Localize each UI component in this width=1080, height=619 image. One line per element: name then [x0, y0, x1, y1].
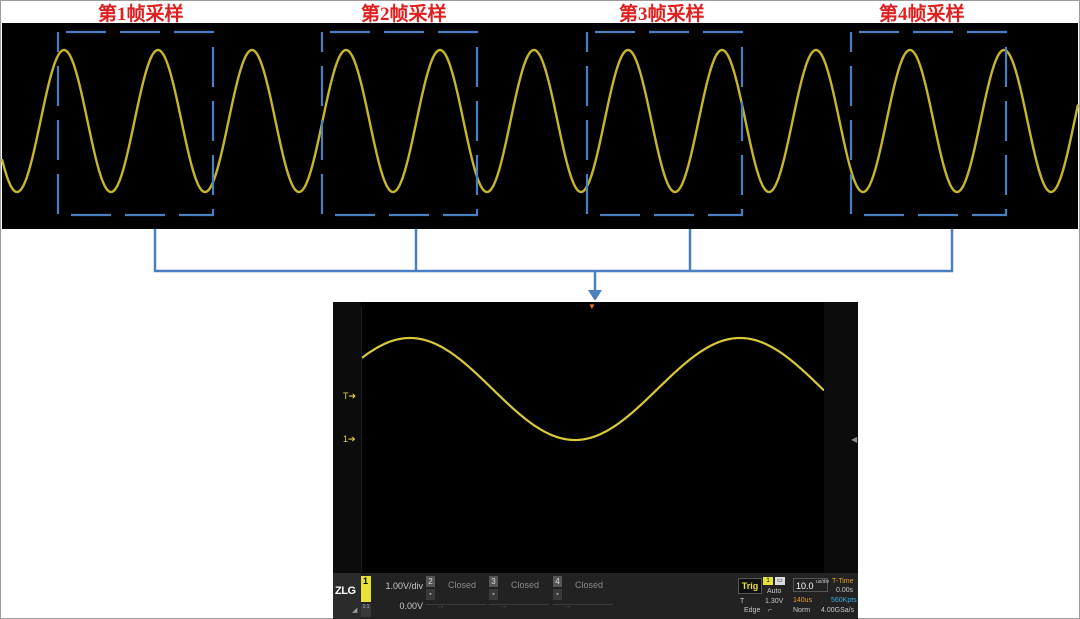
channel-4-status: Closed: [574, 580, 603, 590]
waveform-screen[interactable]: [361, 307, 825, 572]
channel-3-slot[interactable]: 3 ▪ Closed --: [489, 576, 551, 616]
channel-3-number: 3: [489, 576, 498, 587]
arrow-right-icon: ➔: [348, 391, 357, 401]
t-time-value: 0.00s: [836, 587, 854, 594]
channel-4-slot[interactable]: 4 ▪ Closed --: [553, 576, 615, 616]
acquisition-diagram: [0, 23, 1080, 300]
channel-4-number: 4: [553, 576, 562, 587]
frame-1-label: 第1帧采样: [98, 4, 184, 25]
arrow-down-icon: [588, 290, 602, 300]
timebase-panel[interactable]: 10.0 us/div T-Time 0.00s 140us 560Kpts N…: [792, 576, 857, 618]
time-unit: us/div: [816, 579, 830, 585]
chevron-left-icon[interactable]: ◀: [851, 435, 857, 444]
corner-triangle-icon: ◢: [352, 607, 358, 614]
channel-2-value: --: [438, 602, 444, 611]
logo-box: ZLG ◢: [333, 573, 361, 619]
channel-3-sub-icon: ▪: [489, 589, 498, 600]
channel-2-number: 2: [426, 576, 435, 587]
channel-4-sub-icon: ▪: [553, 589, 562, 600]
status-bar: ZLG ◢ 1 1:1 1.00V/div 0.00V 2 ▪ Closed -…: [333, 573, 858, 619]
t-time-label: T-Time: [832, 578, 854, 585]
trigger-coupling-icon: ▭: [775, 577, 785, 585]
trigger-level-marker[interactable]: T➔: [343, 391, 356, 401]
trigger-type: Edge: [744, 607, 761, 614]
oscilloscope-display: T➔ 1➔ ▼ ◀ ZLG ◢ 1 1:1 1.00V/div 0.00V 2 …: [333, 302, 858, 619]
frame-3-label: 第3帧采样: [619, 4, 705, 25]
trigger-panel[interactable]: Trig 1 ▭ Auto T 1.30V Edge ⌐: [738, 576, 788, 616]
channel-2-status: Closed: [447, 580, 476, 590]
channel-3-value: --: [501, 602, 507, 611]
rising-edge-icon: ⌐: [768, 607, 773, 614]
acquisition-mode: Norm: [793, 607, 811, 614]
trigger-level: 1.30V: [765, 598, 784, 605]
channel-2-slot[interactable]: 2 ▪ Closed --: [426, 576, 488, 616]
channel-3-status: Closed: [510, 580, 539, 590]
trigger-label: Trig: [738, 578, 762, 594]
channel-1-number: 1: [363, 576, 369, 586]
sample-rate: 4.00GSa/s: [821, 607, 855, 614]
horizontal-delay: 140us: [793, 597, 813, 604]
channel-4-value: --: [565, 602, 571, 611]
record-length: 560Kpts: [831, 597, 857, 604]
channel-1-offset[interactable]: 0.00V: [373, 601, 423, 611]
scope-waveform: [361, 336, 825, 442]
zlg-logo: ZLG: [335, 585, 356, 597]
trigger-position-icon: ▼: [588, 302, 596, 311]
channel-1-probe-ratio: 1:1: [361, 604, 371, 617]
scope-trace-svg: [361, 336, 825, 442]
channel-1-scale[interactable]: 1.00V/div: [373, 581, 423, 591]
trigger-mode: Auto: [767, 588, 782, 595]
trigger-t-label: T: [740, 598, 745, 605]
trigger-source-badge: 1: [763, 577, 773, 585]
frame-4-label: 第4帧采样: [879, 4, 965, 25]
connector-lines: [153, 229, 954, 300]
channel-1-marker[interactable]: 1➔: [343, 434, 356, 444]
frame-2-label: 第2帧采样: [361, 4, 447, 25]
channel-2-sub-icon: ▪: [426, 589, 435, 600]
arrow-right-icon: ➔: [348, 434, 356, 444]
